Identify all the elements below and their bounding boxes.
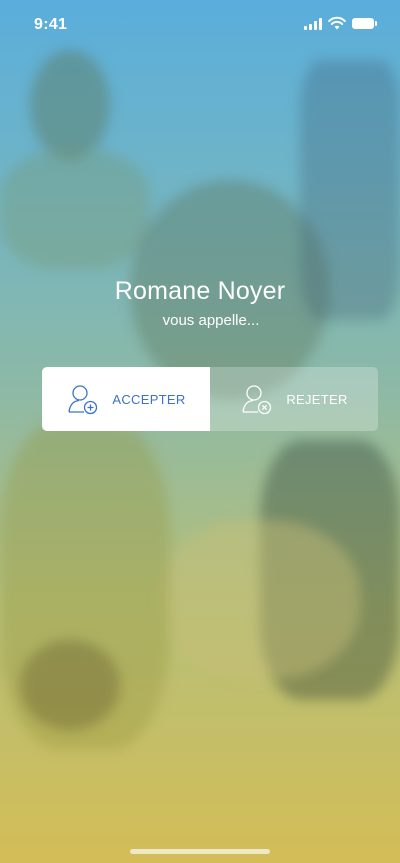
wifi-icon	[328, 16, 346, 30]
status-bar: 9:41	[0, 0, 400, 50]
battery-icon	[352, 18, 377, 29]
caller-status: vous appelle...	[162, 312, 260, 329]
background-photo	[30, 50, 110, 160]
home-indicator[interactable]	[130, 849, 270, 854]
incoming-call-screen: 9:41 Romane Noyer vous appelle... ACCEPT…	[0, 0, 400, 863]
call-action-bar: ACCEPTER REJETER	[42, 367, 378, 431]
reject-label: REJETER	[286, 391, 348, 407]
user-remove-icon	[242, 385, 272, 415]
status-time: 9:41	[34, 16, 68, 33]
caller-info: Romane Noyer vous appelle...	[0, 277, 400, 329]
user-add-icon	[68, 385, 98, 415]
accept-call-button[interactable]: ACCEPTER	[42, 367, 210, 431]
caller-name: Romane Noyer	[114, 277, 286, 305]
cellular-signal-icon	[304, 18, 324, 30]
reject-call-button[interactable]: REJETER	[210, 367, 378, 431]
accept-label: ACCEPTER	[112, 391, 186, 407]
